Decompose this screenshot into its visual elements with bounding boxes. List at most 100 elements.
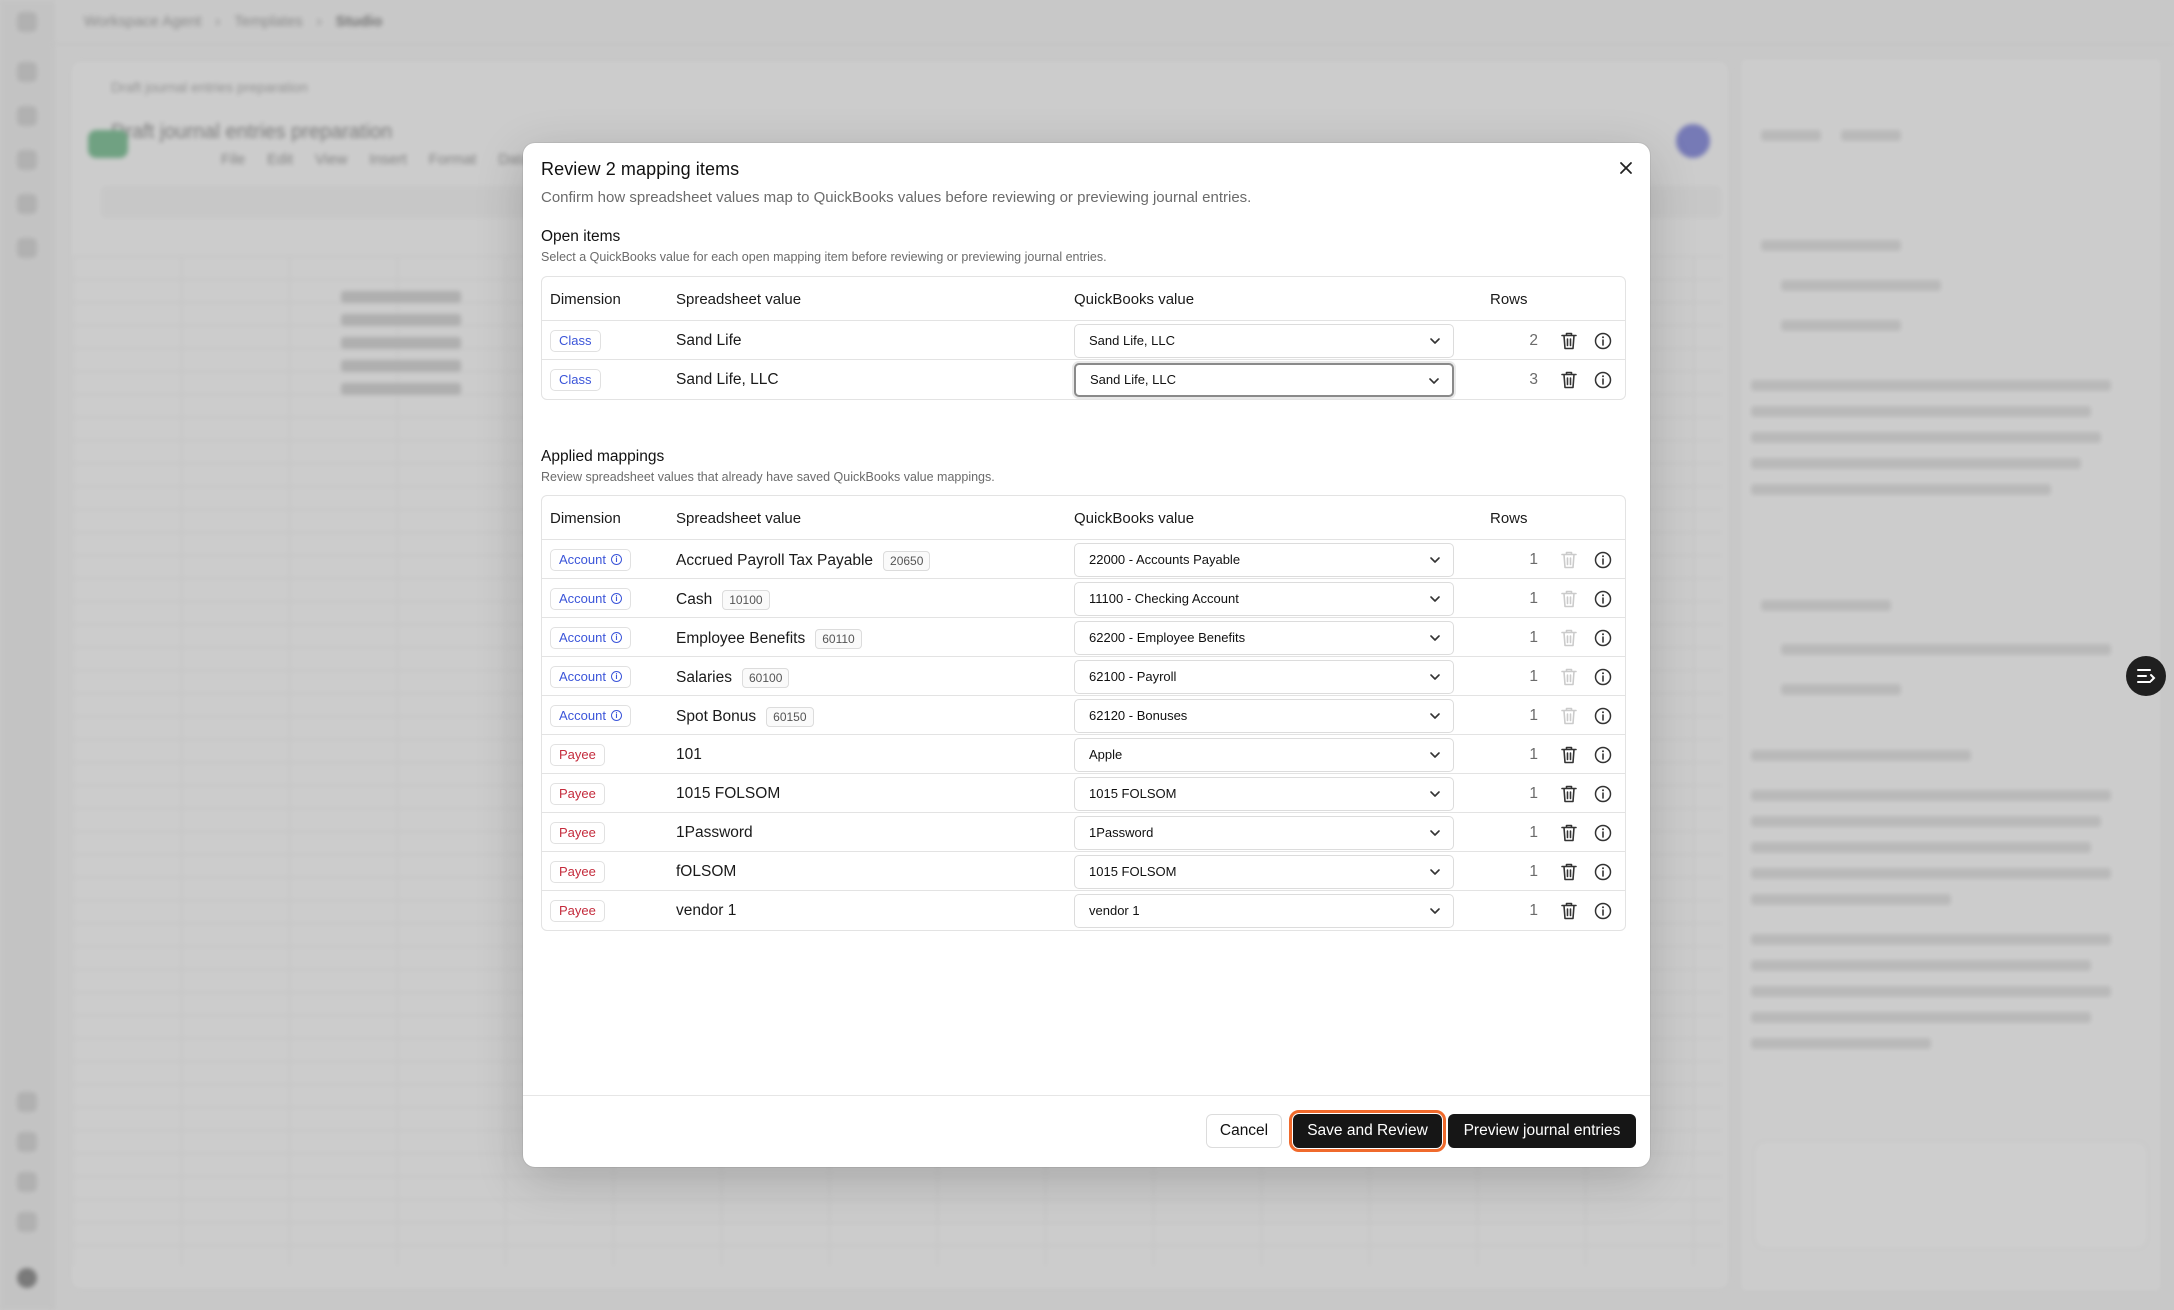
dimension-badge[interactable]: Account i: [550, 626, 631, 649]
trash-icon[interactable]: [1560, 331, 1578, 351]
chevron-down-icon: [1430, 790, 1440, 797]
trash-icon[interactable]: [1560, 823, 1578, 843]
selected-value: 1015 FOLSOM: [1089, 864, 1177, 879]
preview-journal-entries-button[interactable]: Preview journal entries: [1448, 1114, 1636, 1148]
info-icon[interactable]: i: [610, 671, 622, 682]
quickbooks-value-select[interactable]: vendor 1: [1074, 893, 1454, 928]
table-row: Account i Employee Benefits 60110 62200 …: [542, 618, 1625, 657]
spreadsheet-value: fOLSOM: [676, 863, 736, 881]
chevron-down-icon: [1430, 751, 1440, 758]
dimension-label: Payee: [559, 903, 596, 918]
account-code-tag: 10100: [722, 589, 770, 610]
trash-icon: [1561, 707, 1577, 724]
spreadsheet-value-text: Cash: [676, 590, 713, 608]
info-icon[interactable]: [1594, 629, 1612, 647]
save-and-review-button[interactable]: Save and Review: [1289, 1110, 1446, 1152]
dimension-label: Class: [559, 372, 592, 387]
info-icon[interactable]: i: [610, 554, 622, 565]
dimension-badge: Class: [550, 329, 601, 352]
column-header-spreadsheet-value: Spreadsheet value: [676, 510, 802, 527]
table-row: Class Sand Life Sand Life, LLC 2: [542, 321, 1625, 360]
spreadsheet-value: Accrued Payroll Tax Payable 20650: [676, 550, 931, 571]
trash-icon[interactable]: [1560, 901, 1578, 921]
spreadsheet-value: 101: [676, 746, 702, 764]
info-icon[interactable]: [1594, 902, 1612, 920]
info-icon[interactable]: i: [610, 593, 622, 604]
info-icon[interactable]: [1594, 785, 1612, 803]
spreadsheet-value-text: 1Password: [676, 823, 753, 841]
quickbooks-value-select[interactable]: 22000 - Accounts Payable: [1074, 542, 1454, 577]
dimension-label: Account: [559, 708, 606, 723]
info-icon[interactable]: [1594, 332, 1612, 350]
trash-icon: [1561, 590, 1577, 607]
cancel-button[interactable]: Cancel: [1206, 1114, 1282, 1148]
dimension-badge: Payee: [550, 743, 605, 766]
dimension-badge[interactable]: Account i: [550, 665, 631, 688]
info-icon[interactable]: i: [610, 632, 622, 643]
quickbooks-value-select[interactable]: Apple: [1074, 737, 1454, 772]
spreadsheet-value: vendor 1: [676, 902, 736, 920]
quickbooks-value-select[interactable]: 62100 - Payroll: [1074, 659, 1454, 694]
quickbooks-value-select[interactable]: 1Password: [1074, 815, 1454, 850]
quickbooks-value-select[interactable]: Sand Life, LLC: [1074, 362, 1454, 397]
spreadsheet-value-text: Spot Bonus: [676, 707, 757, 725]
dimension-label: Payee: [559, 825, 596, 840]
dimension-badge[interactable]: Account i: [550, 548, 631, 571]
quickbooks-value-select[interactable]: 1015 FOLSOM: [1074, 854, 1454, 889]
quickbooks-value-select[interactable]: 1015 FOLSOM: [1074, 776, 1454, 811]
chevron-down-icon: [1430, 634, 1440, 641]
row-count: 1: [1529, 589, 1538, 607]
quickbooks-value-select[interactable]: Sand Life, LLC: [1074, 323, 1454, 358]
spreadsheet-value-text: Sand Life: [676, 331, 742, 349]
trash-icon[interactable]: [1560, 784, 1578, 804]
quickbooks-value-select[interactable]: 62200 - Employee Benefits: [1074, 620, 1454, 655]
mapping-review-dialog: Review 2 mapping items Confirm how sprea…: [523, 143, 1650, 1167]
panel-toggle-button[interactable]: [2126, 656, 2166, 696]
quickbooks-value-select[interactable]: 62120 - Bonuses: [1074, 698, 1454, 733]
spreadsheet-value-text: 101: [676, 745, 702, 763]
selected-value: 11100 - Checking Account: [1089, 591, 1239, 606]
spreadsheet-value: Cash 10100: [676, 589, 770, 610]
info-icon[interactable]: [1594, 707, 1612, 725]
dimension-label: Account: [559, 591, 606, 606]
account-code-tag: 60150: [766, 706, 814, 727]
info-icon[interactable]: [1594, 551, 1612, 569]
chevron-down-icon: [1430, 556, 1440, 563]
row-count: 1: [1529, 550, 1538, 568]
info-icon[interactable]: i: [610, 710, 622, 721]
applied-mappings-title: Applied mappings: [541, 448, 665, 465]
close-button[interactable]: [1613, 155, 1639, 181]
info-icon[interactable]: [1594, 590, 1612, 608]
applied-mappings-table: Dimension Spreadsheet value QuickBooks v…: [541, 495, 1626, 931]
dialog-subtitle: Confirm how spreadsheet values map to Qu…: [541, 189, 1252, 206]
spreadsheet-value: 1Password: [676, 824, 753, 842]
row-count: 3: [1529, 370, 1538, 388]
trash-icon[interactable]: [1560, 370, 1578, 390]
selected-value: 62120 - Bonuses: [1089, 708, 1188, 723]
trash-icon[interactable]: [1560, 745, 1578, 765]
dimension-badge[interactable]: Account i: [550, 587, 631, 610]
dimension-label: Payee: [559, 864, 596, 879]
info-icon[interactable]: [1594, 824, 1612, 842]
dimension-badge[interactable]: Account i: [550, 704, 631, 727]
dimension-badge: Payee: [550, 860, 605, 883]
applied-mappings-description: Review spreadsheet values that already h…: [541, 470, 995, 484]
dialog-title: Review 2 mapping items: [541, 159, 740, 179]
quickbooks-value-select[interactable]: 11100 - Checking Account: [1074, 581, 1454, 616]
dimension-label: Payee: [559, 747, 596, 762]
info-icon[interactable]: [1594, 668, 1612, 686]
info-icon[interactable]: [1594, 863, 1612, 881]
chevron-down-icon: [1430, 907, 1440, 914]
selected-value: 62100 - Payroll: [1089, 669, 1177, 684]
spreadsheet-value: Sand Life: [676, 332, 742, 350]
column-header-rows: Rows: [1490, 510, 1528, 527]
column-header-dimension: Dimension: [550, 510, 621, 527]
trash-icon: [1561, 668, 1577, 685]
info-icon[interactable]: [1594, 371, 1612, 389]
table-header: Dimension Spreadsheet value QuickBooks v…: [542, 277, 1625, 321]
spreadsheet-value: 1015 FOLSOM: [676, 785, 780, 803]
info-icon[interactable]: [1594, 746, 1612, 764]
trash-icon[interactable]: [1560, 862, 1578, 882]
chevron-down-icon: [1430, 868, 1440, 875]
dimension-badge: Payee: [550, 782, 605, 805]
